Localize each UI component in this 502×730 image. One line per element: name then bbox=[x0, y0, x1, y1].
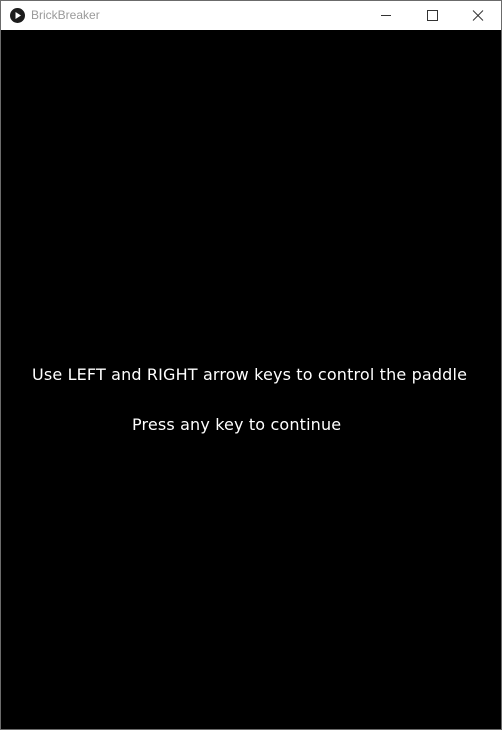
title-bar[interactable]: BrickBreaker bbox=[1, 1, 501, 30]
continue-prompt: Press any key to continue bbox=[132, 415, 342, 434]
app-window: BrickBreaker Use LEFT and RIGHT arrow ke… bbox=[0, 0, 502, 730]
game-canvas[interactable]: Use LEFT and RIGHT arrow keys to control… bbox=[1, 30, 501, 729]
instructions-text: Use LEFT and RIGHT arrow keys to control… bbox=[32, 365, 468, 384]
close-button[interactable] bbox=[455, 1, 501, 30]
window-title: BrickBreaker bbox=[31, 8, 100, 22]
minimize-button[interactable] bbox=[363, 1, 409, 30]
play-icon bbox=[10, 8, 25, 23]
maximize-button[interactable] bbox=[409, 1, 455, 30]
